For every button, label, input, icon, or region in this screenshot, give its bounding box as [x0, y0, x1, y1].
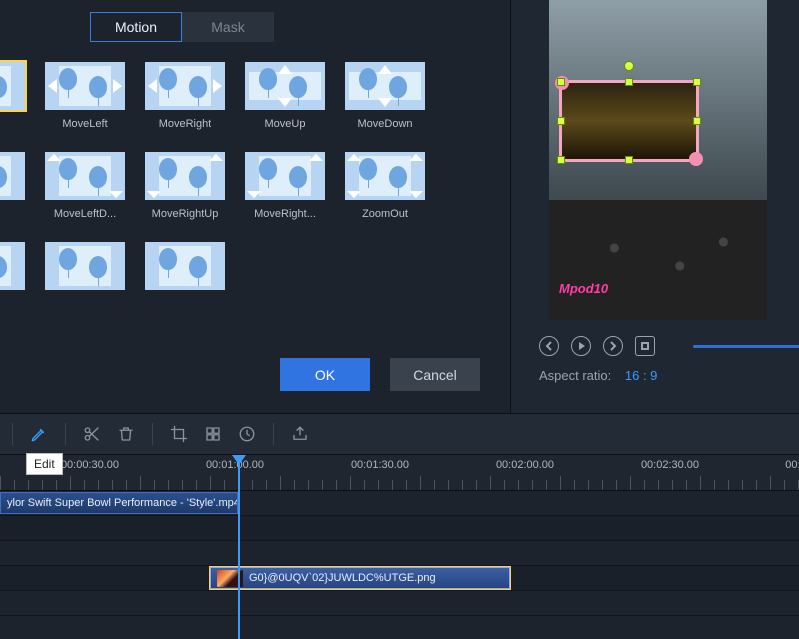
preview-player[interactable]: Mpod10 — [549, 0, 767, 320]
motion-move-right-up[interactable]: MoveRightUp — [145, 152, 225, 220]
motion-label: MoveRightUp — [152, 208, 219, 220]
timeline-toolbar — [0, 413, 799, 455]
motion-zoom-out[interactable]: ZoomOut — [345, 152, 425, 220]
resize-handle[interactable] — [557, 117, 565, 125]
preview-pane: Mpod10 Aspect ratio: 16 : 9 — [511, 0, 799, 413]
resize-handle[interactable] — [693, 156, 701, 164]
aspect-value[interactable]: 16 : 9 — [625, 368, 658, 383]
image-clip[interactable]: G0}@0UQV`02}JUWLDC%UTGE.png — [210, 567, 510, 589]
motion-label: MoveRight... — [254, 208, 316, 220]
motion-cut-a[interactable] — [0, 242, 25, 298]
resize-handle[interactable] — [693, 117, 701, 125]
cut-button[interactable] — [78, 420, 106, 448]
motion-move-right[interactable]: MoveRight — [145, 62, 225, 130]
resize-handle[interactable] — [693, 78, 701, 86]
motion-cut-up[interactable]: tUp — [0, 152, 25, 220]
play-button[interactable] — [571, 336, 591, 356]
cancel-button[interactable]: Cancel — [390, 358, 480, 391]
edit-tooltip: Edit — [26, 453, 63, 475]
playhead[interactable] — [238, 455, 240, 639]
edit-button[interactable] — [25, 420, 53, 448]
aspect-label: Aspect ratio: — [539, 368, 611, 383]
ruler-label: 00:01:30.00 — [351, 459, 409, 471]
crop-icon — [170, 425, 188, 443]
motion-move-up[interactable]: MoveUp — [245, 62, 325, 130]
pencil-icon — [30, 425, 48, 443]
resize-handle[interactable] — [625, 78, 633, 86]
motion-move-down[interactable]: MoveDown — [345, 62, 425, 130]
seek-slider[interactable] — [693, 345, 799, 348]
track[interactable] — [0, 516, 799, 541]
prev-frame-button[interactable] — [539, 336, 559, 356]
ok-button[interactable]: OK — [280, 358, 370, 391]
motion-rotate-cw[interactable] — [145, 242, 225, 298]
ruler-label: 00:00:30.00 — [61, 459, 119, 471]
ruler-label: 00:02:00.00 — [496, 459, 554, 471]
grid-icon — [204, 425, 222, 443]
ruler-label: 00:03 — [785, 459, 799, 471]
ruler-label: 00:02:30.00 — [641, 459, 699, 471]
export-button[interactable] — [286, 420, 314, 448]
timeline: 00:00:30.0000:01:00.0000:01:30.0000:02:0… — [0, 455, 799, 639]
overlay-frame[interactable] — [559, 80, 699, 162]
track[interactable] — [0, 591, 799, 616]
motion-label: MoveLeftD... — [54, 208, 116, 220]
resize-handle[interactable] — [625, 156, 633, 164]
rotate-handle[interactable] — [624, 61, 634, 71]
motion-panel: Motion Mask MoveLeft MoveRight MoveUp MoveD… — [0, 0, 511, 413]
overlay-track[interactable]: G0}@0UQV`02}JUWLDC%UTGE.png — [0, 566, 799, 591]
resize-handle[interactable] — [557, 156, 565, 164]
motion-label: MoveDown — [357, 118, 412, 130]
clip-label: G0}@0UQV`02}JUWLDC%UTGE.png — [249, 572, 436, 584]
video-clip[interactable]: ylor Swift Super Bowl Performance - 'Sty… — [0, 492, 238, 514]
clock-icon — [238, 425, 256, 443]
motion-grid: MoveLeft MoveRight MoveUp MoveDown tUp MoveLe… — [0, 52, 510, 347]
scissors-icon — [83, 425, 101, 443]
resize-handle[interactable] — [557, 78, 565, 86]
panel-tabs: Motion Mask — [90, 0, 510, 52]
watermark: Mpod10 — [559, 281, 608, 296]
trash-icon — [117, 425, 135, 443]
motion-move-left-d[interactable]: MoveLeftD... — [45, 152, 125, 220]
delete-button[interactable] — [112, 420, 140, 448]
motion-move-right-d[interactable]: MoveRight... — [245, 152, 325, 220]
clip-label: ylor Swift Super Bowl Performance - 'Sty… — [7, 497, 238, 509]
motion-label: MoveLeft — [62, 118, 107, 130]
motion-label: MoveUp — [265, 118, 306, 130]
aspect-ratio: Aspect ratio: 16 : 9 — [539, 368, 657, 383]
video-track[interactable]: ylor Swift Super Bowl Performance - 'Sty… — [0, 491, 799, 516]
motion-label: MoveRight — [159, 118, 212, 130]
mosaic-button[interactable] — [199, 420, 227, 448]
motion-label: ZoomOut — [362, 208, 408, 220]
motion-rotate-ccw[interactable] — [45, 242, 125, 298]
duration-button[interactable] — [233, 420, 261, 448]
tab-motion[interactable]: Motion — [90, 12, 182, 42]
export-icon — [291, 425, 309, 443]
time-ruler[interactable]: 00:00:30.0000:01:00.0000:01:30.0000:02:0… — [0, 455, 799, 491]
dialog-buttons: OK Cancel — [280, 358, 480, 391]
track[interactable] — [0, 541, 799, 566]
tab-mask[interactable]: Mask — [182, 12, 274, 42]
crop-button[interactable] — [165, 420, 193, 448]
next-frame-button[interactable] — [603, 336, 623, 356]
player-controls — [539, 336, 799, 356]
motion-move-left[interactable]: MoveLeft — [45, 62, 125, 130]
stop-button[interactable] — [635, 336, 655, 356]
motion-(cut-left)[interactable] — [0, 62, 25, 130]
